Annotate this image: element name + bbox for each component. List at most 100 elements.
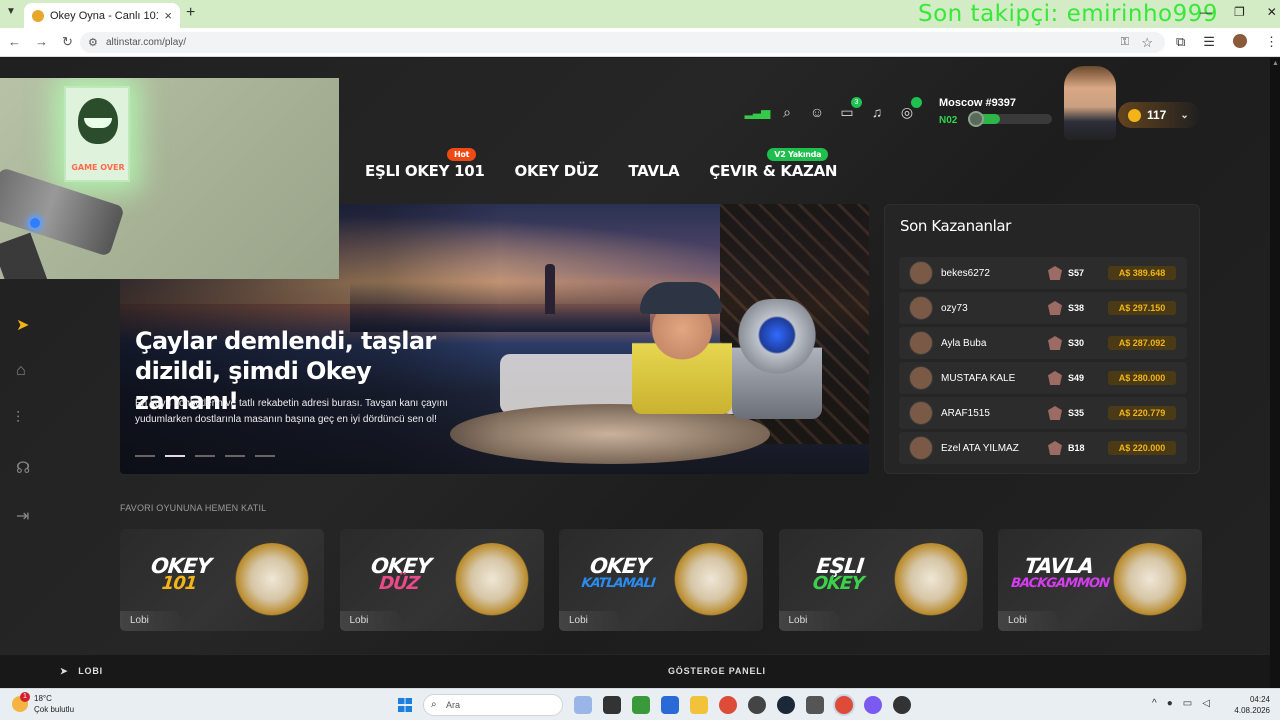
tab-search-icon[interactable]: ▼ [6, 6, 16, 17]
reading-list-icon[interactable]: ☰ [1203, 34, 1215, 50]
game-icon[interactable] [806, 696, 824, 714]
browser-tab[interactable]: Okey Oyna - Canlı 101 Okey ve × [24, 3, 180, 28]
game-card[interactable]: OKEY DÜZ Lobi [339, 529, 544, 631]
scrollbar[interactable]: ▲ [1270, 58, 1280, 688]
weather-icon: 1 [12, 692, 30, 712]
url-text: altinstar.com/play/ [106, 37, 187, 48]
slide-dot[interactable] [225, 455, 245, 457]
back-icon[interactable]: ← [8, 34, 21, 50]
dashboard-link[interactable]: GÖSTERGE PANELI [668, 666, 766, 676]
game-tiles-art [451, 543, 532, 623]
new-tab-button[interactable]: + [186, 4, 195, 22]
password-key-icon[interactable]: ⚿ [1121, 36, 1129, 49]
chrome-active-icon[interactable] [835, 696, 853, 714]
close-window-icon[interactable]: ✕ [1267, 5, 1277, 19]
slide-indicators [135, 455, 275, 457]
profile-name[interactable]: Moscow #9397 [939, 97, 1016, 109]
slide-dot[interactable] [255, 455, 275, 457]
winner-row[interactable]: Ayla Buba S30 A$ 287.092 [899, 327, 1187, 359]
coin-balance[interactable]: 117 ⌄ [1118, 102, 1200, 128]
file-explorer-icon[interactable] [690, 696, 708, 714]
network-icon[interactable]: ▭ [1183, 698, 1192, 709]
profile-avatar-icon[interactable] [1232, 34, 1247, 48]
extensions-icon[interactable]: ⧉ [1176, 34, 1185, 50]
obs-icon[interactable] [893, 696, 911, 714]
volume-icon[interactable]: ◁ [1202, 698, 1210, 709]
winner-avatar [909, 261, 933, 285]
site-info-icon[interactable]: ⚙ [88, 36, 98, 49]
menu-item-tavla[interactable]: TAVLA [628, 162, 679, 180]
window-controls: — ❐ ✕ [1200, 5, 1277, 19]
tab-close-icon[interactable]: × [164, 8, 172, 23]
lobby-button[interactable]: Lobi [559, 611, 629, 631]
game-card[interactable]: OKEY KATLAMALI Lobi [559, 529, 763, 631]
sidebar-logout-icon[interactable]: ⇥ [16, 506, 29, 526]
game-logo-line2: DÜZ [377, 573, 420, 594]
search-label: Ara [446, 700, 461, 710]
game-logo-line2: KATLAMALI [580, 576, 656, 591]
winner-avatar [909, 366, 933, 390]
tray-chevron-icon[interactable]: ^ [1152, 698, 1157, 709]
friends-icon[interactable]: ☺ [808, 103, 826, 121]
winner-row[interactable]: MUSTAFA KALE S49 A$ 280.000 [899, 362, 1187, 394]
bookmark-star-icon[interactable]: ☆ [1141, 35, 1153, 51]
winner-name: ozy73 [941, 302, 968, 314]
xbox-icon[interactable] [632, 696, 650, 714]
url-field[interactable]: ⚙ altinstar.com/play/ ⚿ ☆ [80, 32, 1165, 53]
widgets-icon[interactable] [574, 696, 592, 714]
slide-dot[interactable] [165, 455, 185, 457]
windows-start-icon[interactable] [398, 698, 412, 712]
chat-icon[interactable]: ▭ 3 [838, 97, 862, 121]
lobby-button[interactable]: Lobi [120, 611, 190, 631]
webcam-overlay: GAME OVER [0, 78, 339, 279]
winner-row[interactable]: ARAF1515 S35 A$ 220.779 [899, 397, 1187, 429]
minimize-icon[interactable]: — [1200, 5, 1212, 19]
menu-item-okey-duz[interactable]: OKEY DÜZ [515, 162, 599, 180]
slide-dot[interactable] [135, 455, 155, 457]
discord-icon[interactable] [864, 696, 882, 714]
scroll-up-icon[interactable]: ▲ [1272, 60, 1279, 67]
more-menu-icon[interactable]: ⋮ [1265, 34, 1278, 50]
reload-icon[interactable]: ↻ [62, 34, 73, 50]
winner-row[interactable]: Ezel ATA YILMAZ B18 A$ 220.000 [899, 432, 1187, 464]
menu-item-esli-okey-101[interactable]: EŞLI OKEY 101 Hot [365, 148, 485, 180]
game-card[interactable]: TAVLA BACKGAMMON Lobi [998, 529, 1202, 631]
sidebar-support-icon[interactable]: ☊ [16, 458, 30, 478]
winner-prize: A$ 220.779 [1108, 406, 1176, 420]
taskbar-clock[interactable]: 04:24 4.08.2026 [1230, 694, 1270, 716]
winner-row[interactable]: bekes6272 S57 A$ 389.648 [899, 257, 1187, 289]
music-icon[interactable]: ♫ [868, 103, 886, 121]
taskbar-search[interactable]: ⌕ Ara [423, 694, 563, 716]
steam-icon[interactable] [777, 696, 795, 714]
chrome-icon[interactable] [719, 696, 737, 714]
forward-icon[interactable]: → [35, 34, 48, 50]
sidebar-play-icon[interactable]: ➤ [16, 315, 29, 335]
mic-icon[interactable]: ● [1167, 698, 1173, 709]
search-icon[interactable]: ⌕ [778, 103, 796, 121]
winner-name: Ayla Buba [941, 337, 987, 349]
winner-level: B18 [1068, 443, 1085, 453]
weather-widget[interactable]: 1 18°C Çok bulutlu [12, 692, 74, 715]
outlook-icon[interactable] [661, 696, 679, 714]
sidebar-tag-icon[interactable]: ⌂ [16, 362, 26, 380]
lobby-link[interactable]: ➤ LOBI [60, 666, 103, 677]
sidebar-settings-icon[interactable]: ⫶ [16, 410, 20, 428]
avatar[interactable] [1064, 66, 1116, 140]
chevron-down-icon[interactable]: ⌄ [1180, 110, 1188, 121]
winner-row[interactable]: ozy73 S38 A$ 297.150 [899, 292, 1187, 324]
lobby-button[interactable]: Lobi [998, 611, 1068, 631]
maximize-icon[interactable]: ❐ [1234, 5, 1245, 19]
winner-level: S57 [1068, 268, 1085, 278]
chatgpt-icon[interactable] [748, 696, 766, 714]
rank-badge-icon [1048, 266, 1062, 280]
slide-dot[interactable] [195, 455, 215, 457]
lobby-button[interactable]: Lobi [339, 611, 410, 631]
task-view-icon[interactable] [603, 696, 621, 714]
menu-item-cevir-kazan[interactable]: ÇEVIR & KAZAN V2 Yakında [709, 148, 838, 180]
game-card[interactable]: OKEY 101 Lobi [120, 529, 324, 631]
lobby-button[interactable]: Lobi [778, 611, 849, 631]
game-logo: OKEY KATLAMALI [571, 554, 667, 593]
game-card[interactable]: EŞLI OKEY Lobi [778, 529, 983, 631]
site-favicon-icon [32, 9, 44, 22]
bag-icon[interactable]: ◎ [898, 97, 922, 121]
